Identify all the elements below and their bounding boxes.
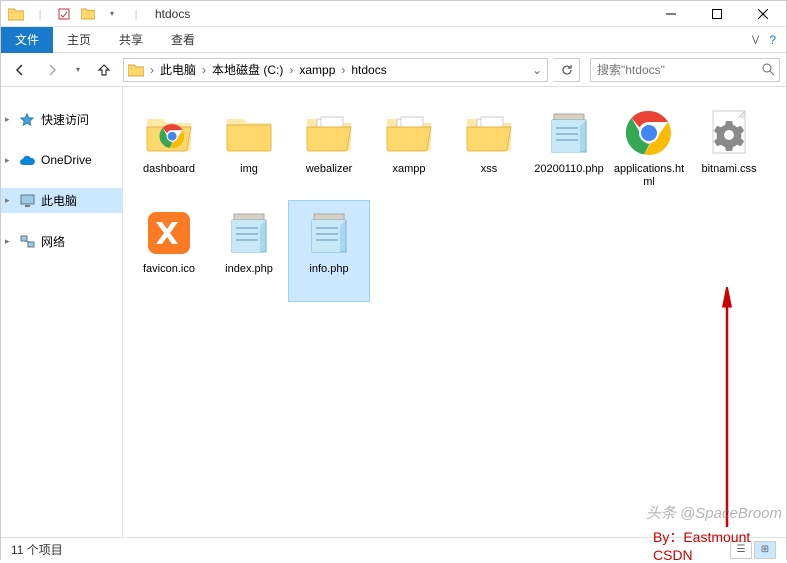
chevron-right-icon[interactable]: › <box>287 63 295 77</box>
notepad-icon <box>221 205 277 261</box>
search-box[interactable] <box>590 58 780 82</box>
file-label: xampp <box>392 163 425 176</box>
sidebar-item-onedrive[interactable]: ▸ OneDrive <box>1 148 122 172</box>
address-bar[interactable]: › 此电脑› 本地磁盘 (C:)› xampp› htdocs ⌄ <box>123 58 548 82</box>
file-label: img <box>240 163 258 176</box>
qat-properties-icon[interactable] <box>55 5 73 23</box>
file-label: 20200110.php <box>534 163 604 176</box>
folder-icon <box>221 105 277 161</box>
address-dropdown-icon[interactable]: ⌄ <box>527 63 547 77</box>
file-item[interactable]: webalizer <box>289 101 369 201</box>
file-label: applications.html <box>611 163 687 189</box>
chevron-right-icon[interactable]: ▸ <box>5 114 10 125</box>
tab-home[interactable]: 主页 <box>53 27 105 53</box>
file-item[interactable]: xampp <box>369 101 449 201</box>
titlebar: | ▾ | htdocs <box>1 1 786 27</box>
search-icon[interactable] <box>758 63 779 76</box>
watermark: 头条 @SpaceBroom <box>646 502 782 523</box>
file-label: xss <box>481 163 498 176</box>
gear-icon <box>701 105 757 161</box>
sidebar-item-quick-access[interactable]: ▸ 快速访问 <box>1 107 122 132</box>
minimize-button[interactable] <box>648 1 694 27</box>
file-label: webalizer <box>306 163 352 176</box>
file-item[interactable]: applications.html <box>609 101 689 201</box>
chevron-right-icon[interactable]: ▸ <box>5 155 10 166</box>
file-label: info.php <box>309 263 348 276</box>
network-icon <box>19 234 35 250</box>
folder-icon <box>461 105 517 161</box>
sidebar-item-this-pc[interactable]: ▸ 此电脑 <box>1 188 122 213</box>
ribbon: 文件 主页 共享 查看 ⋁? <box>1 27 786 53</box>
chevron-right-icon[interactable]: ▸ <box>5 236 10 247</box>
refresh-button[interactable] <box>554 58 580 82</box>
up-button[interactable] <box>91 57 117 83</box>
notepad-icon <box>301 205 357 261</box>
folder-icon <box>301 105 357 161</box>
file-label: index.php <box>225 263 273 276</box>
crumb-1[interactable]: 本地磁盘 (C:) <box>208 59 287 81</box>
forward-button[interactable] <box>39 57 65 83</box>
sidebar: ▸ 快速访问 ▸ OneDrive ▸ 此电脑 ▸ 网络 <box>1 87 123 537</box>
notepad-icon <box>541 105 597 161</box>
sidebar-item-label: OneDrive <box>41 153 92 167</box>
crumb-2[interactable]: xampp <box>295 59 339 81</box>
qat-separator2: | <box>127 5 145 23</box>
maximize-button[interactable] <box>694 1 740 27</box>
cloud-icon <box>19 152 35 168</box>
qat-separator: | <box>31 5 49 23</box>
chevron-right-icon[interactable]: › <box>200 63 208 77</box>
file-list: dashboard img webalizer xampp xss 20200110.ph… <box>123 87 786 537</box>
file-label: bitnami.css <box>701 163 756 176</box>
crumb-3[interactable]: htdocs <box>347 59 390 81</box>
file-item[interactable]: index.php <box>209 201 289 301</box>
file-item[interactable]: favicon.ico <box>129 201 209 301</box>
chevron-right-icon[interactable]: ▸ <box>5 195 10 206</box>
ribbon-expand[interactable]: ⋁? <box>742 33 786 47</box>
breadcrumb: 此电脑› 本地磁盘 (C:)› xampp› htdocs <box>156 59 527 81</box>
star-icon <box>19 112 35 128</box>
chrome-icon <box>621 105 677 161</box>
file-item[interactable]: 20200110.php <box>529 101 609 201</box>
close-button[interactable] <box>740 1 786 27</box>
file-item[interactable]: xss <box>449 101 529 201</box>
byline-annotation: By：Eastmount CSDN <box>653 527 786 563</box>
folder-icon[interactable] <box>7 5 25 23</box>
help-icon[interactable]: ? <box>769 33 776 47</box>
file-label: dashboard <box>143 163 195 176</box>
status-count: 11 个项目 <box>11 541 63 558</box>
folder-small-icon[interactable] <box>79 5 97 23</box>
file-item[interactable]: img <box>209 101 289 201</box>
file-item[interactable]: dashboard <box>129 101 209 201</box>
file-item[interactable]: info.php <box>289 201 369 301</box>
sidebar-item-network[interactable]: ▸ 网络 <box>1 229 122 254</box>
file-item[interactable]: bitnami.css <box>689 101 769 201</box>
tab-view[interactable]: 查看 <box>157 27 209 53</box>
sidebar-item-label: 此电脑 <box>41 192 77 209</box>
crumb-0[interactable]: 此电脑 <box>156 59 200 81</box>
search-input[interactable] <box>591 63 758 77</box>
chevron-right-icon[interactable]: › <box>148 63 156 77</box>
window-title: htdocs <box>151 7 190 21</box>
folder-icon <box>124 63 148 77</box>
file-label: favicon.ico <box>143 263 195 276</box>
recent-dropdown[interactable]: ▾ <box>71 57 85 83</box>
navbar: ▾ › 此电脑› 本地磁盘 (C:)› xampp› htdocs ⌄ <box>1 53 786 87</box>
folder-icon <box>141 105 197 161</box>
folder-icon <box>381 105 437 161</box>
pc-icon <box>19 193 35 209</box>
tab-share[interactable]: 共享 <box>105 27 157 53</box>
tab-file[interactable]: 文件 <box>1 27 53 53</box>
xampp-icon <box>141 205 197 261</box>
back-button[interactable] <box>7 57 33 83</box>
chevron-right-icon[interactable]: › <box>339 63 347 77</box>
sidebar-item-label: 网络 <box>41 233 65 250</box>
qat-dropdown-icon[interactable]: ▾ <box>103 5 121 23</box>
sidebar-item-label: 快速访问 <box>41 111 89 128</box>
